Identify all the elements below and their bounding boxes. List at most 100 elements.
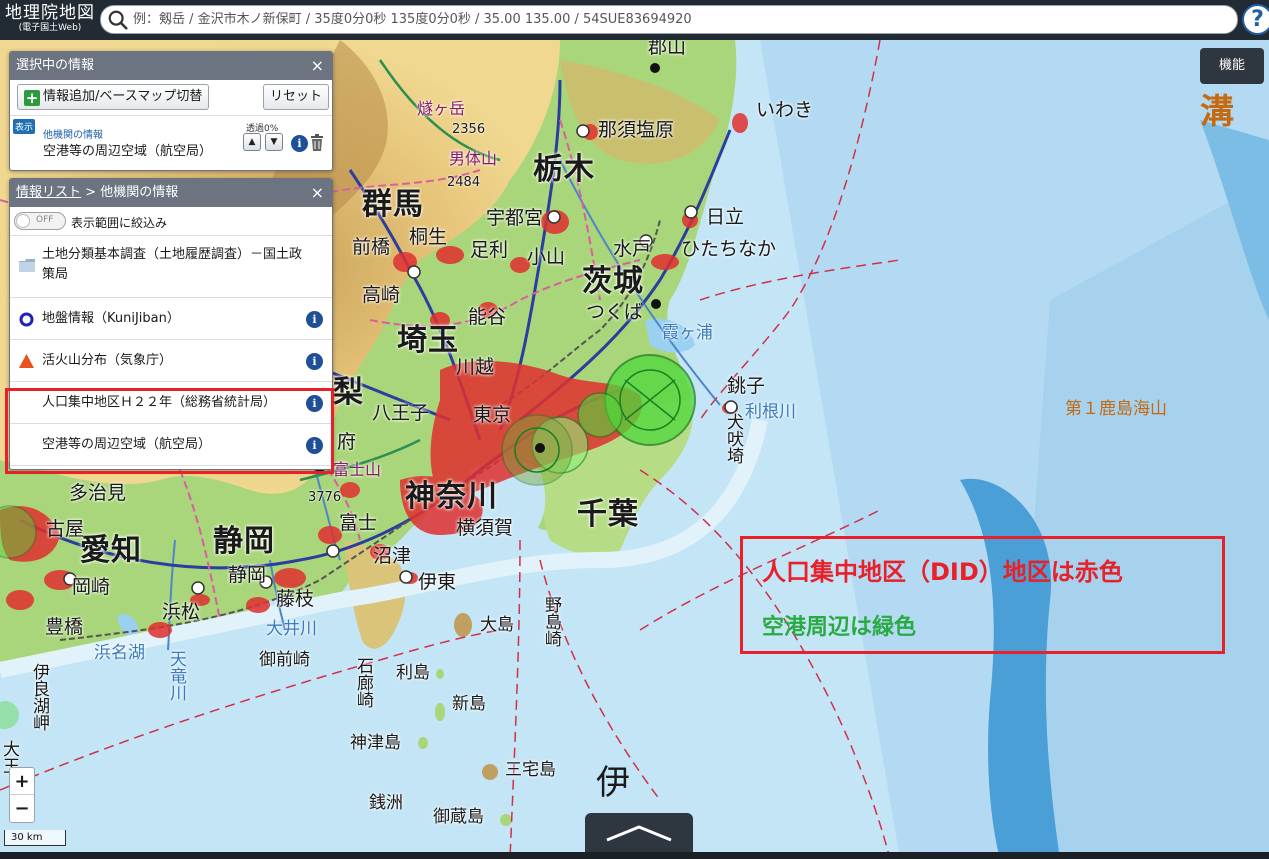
map-label-tajimi: 多治見: [69, 482, 127, 504]
zoom-control: + −: [9, 767, 35, 823]
list-item-land-classification[interactable]: 土地分類基本調査（土地履歴調査）－国土政策局: [10, 236, 332, 298]
layer-source: 他機関の情報: [43, 130, 103, 141]
filter-row: OFF 表示範囲に絞込み: [10, 207, 332, 236]
selected-info-close-button[interactable]: ×: [311, 52, 324, 80]
zoom-in-button[interactable]: +: [10, 768, 34, 795]
help-button[interactable]: ?: [1242, 4, 1269, 35]
map-label-okazaki: 岡崎: [72, 576, 111, 598]
map-label-iwaki: いわき: [756, 99, 814, 121]
map-label-saitama: 埼玉: [397, 323, 459, 358]
add-info-basemap-label: 情報追加/ベースマップ切替: [43, 89, 203, 104]
map-label-nojimazaki: 野島崎: [541, 596, 561, 647]
map-label-hitachinaka: ひたちなか: [681, 238, 777, 260]
highlight-box: [5, 388, 334, 474]
search-box[interactable]: [100, 5, 1238, 34]
function-button[interactable]: 機能: [1200, 48, 1264, 84]
map-label-toyohashi: 豊橋: [45, 616, 84, 638]
list-item-label: 土地分類基本調査（土地履歴調査）－国土政策局: [42, 247, 303, 282]
annotation-did-text: 人口集中地区（DID）地区は赤色: [762, 558, 1123, 586]
map-label-daiichi-kashima-kaizan: 第１鹿島海山: [1065, 399, 1167, 419]
map-label-tsukuba: つくば: [586, 301, 644, 323]
folder-icon: [19, 259, 35, 272]
map-label-fuji: 富士: [339, 512, 378, 534]
toggle-knob: [16, 214, 30, 228]
list-item-label: 地盤情報（KuniJiban）: [42, 311, 180, 326]
map-label-izu: 伊: [596, 763, 630, 803]
map-label-gunma: 群馬: [362, 187, 424, 222]
map-label-nasushiobara: 那須塩原: [598, 119, 675, 141]
info-icon[interactable]: i: [291, 135, 308, 152]
map-label-omaezaki: 御前崎: [259, 650, 310, 670]
map-label-tonegawa: 利根川: [745, 402, 796, 422]
map-label-hiuchigatake: 燧ヶ岳: [417, 99, 466, 118]
map-label-tokyo: 東京: [473, 404, 512, 426]
map-label-ashikaga: 足利: [470, 239, 509, 261]
move-down-button[interactable]: ▼: [265, 133, 283, 151]
map-label-nantaisan-elev: 2484: [447, 175, 481, 190]
trash-icon[interactable]: [310, 134, 324, 152]
info-icon[interactable]: i: [306, 311, 323, 328]
map-label-fujieda: 藤枝: [276, 588, 315, 610]
breadcrumb-separator: >: [81, 185, 101, 200]
map-label-yamanashi: 梨: [333, 375, 364, 410]
bottom-bar: [0, 852, 1269, 859]
plus-icon: +: [24, 89, 40, 107]
layer-title: 空港等の周辺空域（航空局）: [43, 144, 213, 159]
info-list-header: 情報リスト > 他機関の情報 ×: [10, 179, 332, 207]
map-label-toshima: 利島: [396, 663, 430, 683]
map-label-numazu: 沼津: [373, 545, 412, 567]
map-label-fujisan: 富士山: [333, 460, 382, 479]
search-icon[interactable]: [107, 9, 129, 31]
move-up-button[interactable]: ▲: [243, 133, 261, 151]
map-label-utsunomiya: 宇都宮: [486, 207, 544, 229]
map-label-hachioji: 八王子: [372, 402, 430, 424]
map-label-inubozaki: 犬吠埼: [723, 413, 743, 464]
map-label-miyakejima: 三宅島: [505, 760, 556, 780]
selected-info-toolbar: + 情報追加/ベースマップ切替 リセット: [10, 80, 332, 116]
site-logo[interactable]: 地理院地図 (電子国土Web): [4, 3, 96, 34]
top-bar: 地理院地図 (電子国土Web) ?: [0, 0, 1269, 40]
map-label-oyama: 小山: [527, 246, 566, 268]
map-label-kiryu: 桐生: [409, 226, 448, 248]
logo-subtitle: (電子国土Web): [18, 23, 82, 33]
toggle-state-text: OFF: [36, 215, 54, 225]
selected-layer-row[interactable]: 表示 他機関の情報 空港等の周辺空域（航空局） 透過0% ▲ ▼ i: [10, 116, 332, 166]
map-label-irozaki: 石廊崎: [353, 657, 373, 708]
filter-toggle[interactable]: OFF: [14, 212, 66, 230]
map-label-mikurajima: 御蔵島: [433, 807, 484, 827]
selected-info-header: 選択中の情報 ×: [10, 52, 332, 80]
filter-label: 表示範囲に絞込み: [71, 216, 168, 230]
map-label-tochigi: 栃木: [533, 152, 595, 187]
info-list-close-button[interactable]: ×: [311, 179, 324, 207]
map-label-maebashi: 前橋: [352, 236, 391, 258]
map-label-hamanako: 浜名湖: [94, 643, 145, 663]
ring-icon: [19, 312, 34, 327]
list-item-label: 活火山分布（気象庁）: [42, 353, 173, 368]
map-label-aichi: 愛知: [80, 533, 142, 568]
map-label-hiuchigatake-elev: 2356: [452, 122, 486, 137]
info-icon[interactable]: i: [306, 353, 323, 370]
breadcrumb-current: 他機関の情報: [100, 185, 179, 200]
map-label-kumagaya: 能谷: [468, 306, 507, 328]
map-label-ito: 伊東: [418, 571, 457, 593]
map-label-kawagoe: 川越: [456, 356, 495, 378]
volcano-triangle-icon: [19, 354, 34, 368]
breadcrumb-info-list-link[interactable]: 情報リスト: [16, 185, 81, 200]
map-label-zenisu: 銭洲: [369, 793, 403, 813]
show-tag[interactable]: 表示: [13, 119, 36, 134]
add-info-basemap-button[interactable]: + 情報追加/ベースマップ切替: [17, 84, 210, 110]
map-label-ibaraki: 茨城: [582, 264, 644, 299]
map-label-choshi: 銚子: [727, 375, 766, 397]
search-input[interactable]: [133, 12, 1233, 27]
map-label-trench: 溝: [1200, 92, 1234, 132]
map-label-oshima: 大島: [480, 615, 514, 635]
map-label-nantaisan: 男体山: [449, 149, 498, 168]
list-item-active-volcano[interactable]: 活火山分布（気象庁） i: [10, 340, 332, 382]
zoom-out-button[interactable]: −: [10, 795, 34, 822]
reset-button[interactable]: リセット: [263, 84, 330, 110]
map-label-hamamatsu: 浜松: [162, 601, 201, 623]
annotation-airport-text: 空港周辺は緑色: [762, 615, 917, 640]
list-item-kunijiban[interactable]: 地盤情報（KuniJiban） i: [10, 298, 332, 340]
map-label-chiba: 千葉: [577, 497, 639, 532]
map-label-niijima: 新島: [452, 694, 486, 714]
